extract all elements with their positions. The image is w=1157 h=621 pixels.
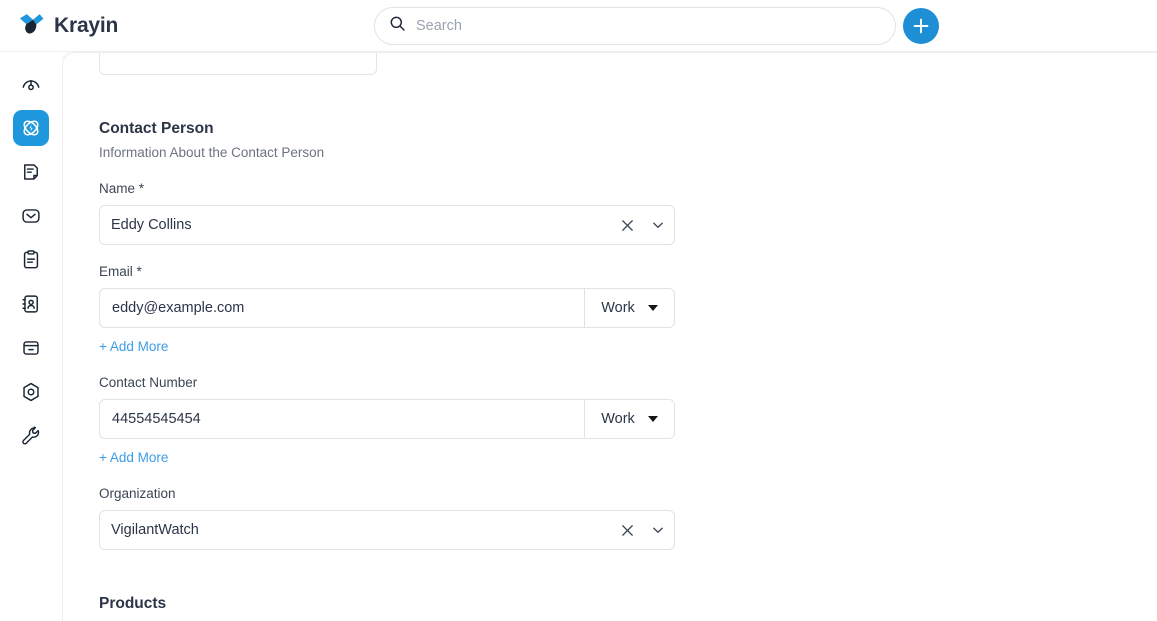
clipboard-list-icon bbox=[20, 249, 42, 271]
email-input-group: Work bbox=[99, 288, 675, 328]
contact-person-section: Contact Person Information About the Con… bbox=[99, 119, 1157, 550]
sidebar-item-contacts[interactable] bbox=[13, 286, 49, 322]
main-sidebar bbox=[0, 52, 62, 621]
brand-logo-link[interactable]: Krayin bbox=[18, 12, 118, 39]
email-label: Email * bbox=[99, 264, 142, 279]
email-field: Email * Work + Add More bbox=[99, 263, 1157, 356]
global-search[interactable] bbox=[374, 7, 896, 45]
previous-field-cutoff[interactable] bbox=[99, 53, 377, 75]
close-x-icon[interactable] bbox=[614, 517, 640, 543]
form-scroll-area: Contact Person Information About the Con… bbox=[63, 53, 1157, 621]
brand-name: Krayin bbox=[54, 13, 119, 37]
name-select-control[interactable]: Eddy Collins bbox=[99, 205, 675, 245]
document-note-icon bbox=[20, 161, 42, 183]
contact-number-field: Contact Number Work + Add More bbox=[99, 374, 1157, 467]
sidebar-item-configuration[interactable] bbox=[13, 418, 49, 454]
caret-down-icon bbox=[647, 305, 658, 311]
contact-number-label: Contact Number bbox=[99, 375, 198, 390]
organization-select-control[interactable]: VigilantWatch bbox=[99, 510, 675, 550]
caret-down-icon bbox=[647, 416, 658, 422]
contact-number-type-select[interactable]: Work bbox=[584, 400, 674, 438]
products-section: Products Information About the Products bbox=[99, 594, 1157, 621]
sidebar-item-mail[interactable] bbox=[13, 198, 49, 234]
contact-number-type-value: Work bbox=[601, 411, 635, 427]
products-title: Products bbox=[99, 595, 167, 612]
email-input[interactable] bbox=[100, 289, 584, 327]
leads-atom-icon bbox=[20, 117, 42, 139]
email-type-select[interactable]: Work bbox=[584, 289, 674, 327]
name-field: Name * Eddy Collins bbox=[99, 180, 1157, 245]
envelope-icon bbox=[20, 205, 42, 227]
name-value: Eddy Collins bbox=[111, 217, 192, 233]
close-x-icon[interactable] bbox=[614, 212, 640, 238]
contact-person-subtitle: Information About the Contact Person bbox=[99, 145, 325, 160]
speedometer-icon bbox=[20, 73, 42, 95]
organization-label: Organization bbox=[99, 486, 176, 501]
contact-number-add-more-link[interactable]: + Add More bbox=[99, 449, 168, 467]
create-new-button[interactable] bbox=[903, 8, 939, 44]
box-icon bbox=[20, 337, 42, 359]
wrench-icon bbox=[20, 425, 42, 447]
content-panel: Contact Person Information About the Con… bbox=[62, 52, 1157, 621]
organization-value: VigilantWatch bbox=[111, 522, 199, 538]
chevron-down-icon[interactable] bbox=[642, 212, 674, 238]
name-label: Name * bbox=[99, 181, 145, 196]
krayin-diamond-logo-icon bbox=[18, 12, 45, 39]
email-type-value: Work bbox=[601, 300, 635, 316]
contact-number-input[interactable] bbox=[100, 400, 584, 438]
search-icon bbox=[389, 15, 416, 37]
sidebar-item-settings[interactable] bbox=[13, 374, 49, 410]
email-add-more-link[interactable]: + Add More bbox=[99, 338, 168, 356]
sidebar-item-products[interactable] bbox=[13, 330, 49, 366]
contact-person-title: Contact Person bbox=[99, 120, 214, 137]
app-header: Krayin bbox=[0, 0, 1157, 52]
chevron-down-icon[interactable] bbox=[642, 517, 674, 543]
contact-number-input-group: Work bbox=[99, 399, 675, 439]
contact-book-icon bbox=[20, 293, 42, 315]
sidebar-item-quotes[interactable] bbox=[13, 154, 49, 190]
plus-icon bbox=[911, 16, 931, 36]
search-input[interactable] bbox=[416, 8, 881, 44]
organization-field: Organization VigilantWatch bbox=[99, 485, 1157, 550]
hexagon-gear-icon bbox=[20, 381, 42, 403]
search-box[interactable] bbox=[374, 7, 896, 45]
sidebar-item-activities[interactable] bbox=[13, 242, 49, 278]
sidebar-item-dashboard[interactable] bbox=[13, 66, 49, 102]
sidebar-item-leads[interactable] bbox=[13, 110, 49, 146]
